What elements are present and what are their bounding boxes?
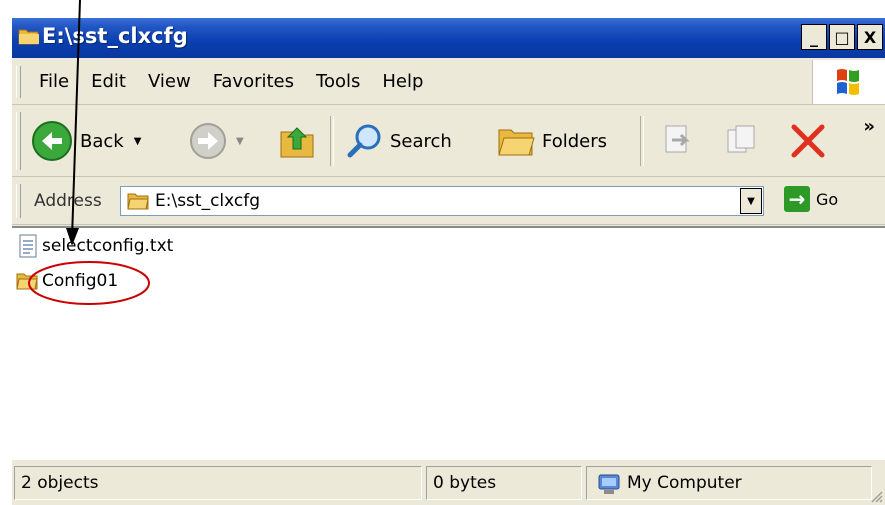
windows-logo <box>812 60 885 104</box>
move-to-button[interactable] <box>660 122 696 158</box>
address-bar: Address E:\sst_clxcfg ▼ → Go <box>12 178 885 225</box>
status-size: 0 bytes <box>426 466 582 500</box>
status-zone-label: My Computer <box>627 473 742 493</box>
minimize-button[interactable]: _ <box>801 24 827 50</box>
folder-icon <box>16 273 38 290</box>
search-icon <box>347 124 381 158</box>
menu-edit[interactable]: Edit <box>80 60 137 104</box>
menu-file[interactable]: File <box>28 60 80 104</box>
toolbar-grip[interactable] <box>16 112 21 170</box>
file-list[interactable]: selectconfig.txt Config01 <box>12 226 885 460</box>
status-object-count: 2 objects <box>14 466 422 500</box>
up-folder-icon <box>280 127 314 158</box>
status-bar: 2 objects 0 bytes My Computer <box>12 462 885 505</box>
text-file-icon <box>19 234 37 258</box>
address-value: E:\sst_clxcfg <box>155 191 261 211</box>
address-input[interactable]: E:\sst_clxcfg <box>120 186 764 216</box>
address-dropdown-button[interactable]: ▼ <box>740 188 762 214</box>
forward-dropdown-icon[interactable]: ▼ <box>236 136 244 147</box>
go-label: Go <box>816 189 839 209</box>
back-label: Back <box>80 130 124 152</box>
file-name: selectconfig.txt <box>42 236 174 256</box>
copy-to-icon <box>727 125 755 153</box>
menu-tools[interactable]: Tools <box>305 60 371 104</box>
delete-icon <box>791 124 825 158</box>
back-dropdown-icon[interactable]: ▼ <box>134 136 142 147</box>
maximize-button[interactable]: □ <box>829 24 855 50</box>
forward-arrow-icon <box>190 123 226 159</box>
go-arrow-icon: → <box>784 186 810 212</box>
address-label: Address <box>34 191 102 211</box>
address-grip[interactable] <box>16 184 21 218</box>
folder-icon <box>127 193 149 210</box>
menu-grip[interactable] <box>16 66 21 98</box>
back-arrow-icon <box>32 121 72 161</box>
explorer-window: E:\sst_clxcfg _ □ X File Edit View Favor… <box>12 18 885 505</box>
forward-button[interactable]: ▼ <box>188 121 244 161</box>
folders-label: Folders <box>542 130 608 152</box>
status-zone: My Computer <box>586 466 872 500</box>
folder-icon <box>18 29 39 45</box>
title-bar[interactable]: E:\sst_clxcfg _ □ X <box>12 18 885 58</box>
toolbar-overflow-chevron[interactable]: » <box>863 116 875 137</box>
search-label: Search <box>390 130 452 152</box>
menu-bar: File Edit View Favorites Tools Help <box>12 60 885 105</box>
menu-favorites[interactable]: Favorites <box>202 60 305 104</box>
resize-grip-icon[interactable] <box>869 489 883 503</box>
my-computer-icon <box>598 474 620 494</box>
file-name: Config01 <box>42 271 119 291</box>
menu-help[interactable]: Help <box>371 60 434 104</box>
copy-to-button[interactable] <box>724 122 760 158</box>
delete-button[interactable] <box>788 121 828 161</box>
close-button[interactable]: X <box>857 24 883 50</box>
list-item[interactable]: selectconfig.txt <box>18 234 173 258</box>
toolbar: Back ▼ ▼ Search Folders » <box>12 106 885 177</box>
go-button[interactable]: → Go <box>784 186 838 212</box>
up-folder-button[interactable] <box>278 122 316 160</box>
toolbar-separator <box>640 116 644 166</box>
move-to-icon <box>665 125 690 153</box>
toolbar-separator <box>330 116 334 166</box>
folders-button[interactable]: Folders <box>496 122 607 160</box>
menu-view[interactable]: View <box>137 60 202 104</box>
caption-buttons: _ □ X <box>799 24 883 50</box>
search-button[interactable]: Search <box>346 122 452 160</box>
back-button[interactable]: Back ▼ <box>30 119 141 163</box>
windows-flag-icon <box>837 69 859 95</box>
list-item[interactable]: Config01 <box>16 270 118 292</box>
folders-icon <box>498 129 535 156</box>
window-title: E:\sst_clxcfg <box>42 24 188 48</box>
